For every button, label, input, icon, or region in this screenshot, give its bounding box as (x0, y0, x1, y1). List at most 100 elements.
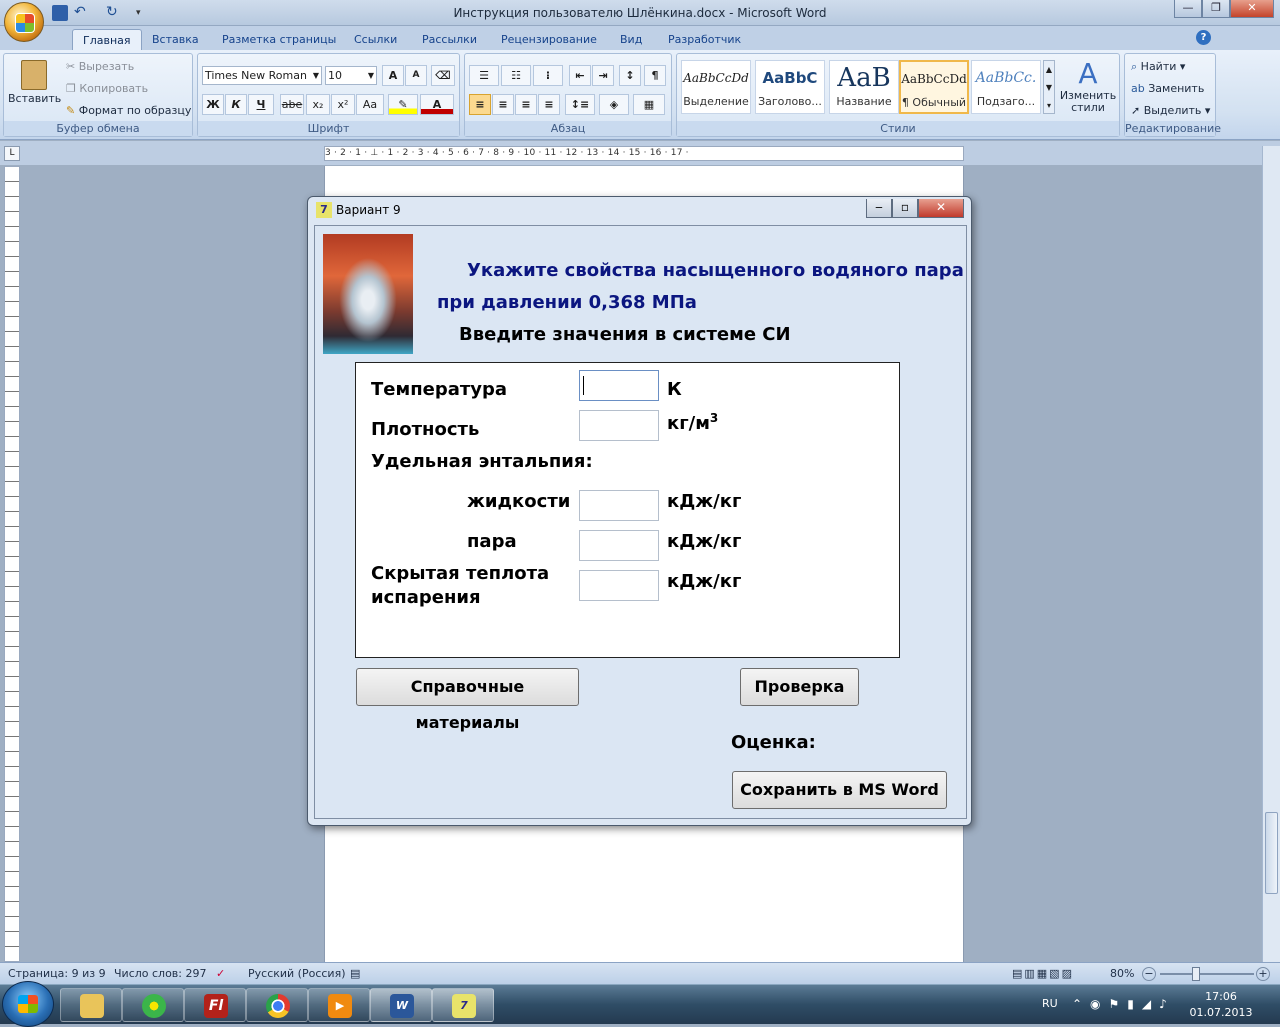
style-emphasis[interactable]: AaBbCcDd Выделение (681, 60, 751, 114)
close-button[interactable]: ✕ (1230, 0, 1274, 18)
explorer-taskbar-button[interactable] (60, 988, 122, 1022)
decrease-indent-button[interactable]: ⇤ (569, 65, 591, 86)
zoom-slider[interactable]: − + (1142, 967, 1270, 981)
word-taskbar-button[interactable]: W (370, 988, 432, 1022)
style-normal[interactable]: AaBbCcDd ¶ Обычный (899, 60, 969, 114)
check-button[interactable]: Проверка (740, 668, 859, 706)
density-input[interactable] (579, 410, 659, 441)
zoom-out-icon[interactable]: − (1142, 967, 1156, 981)
paste-button[interactable]: Вставить (8, 58, 61, 118)
line-spacing-button[interactable]: ↕≡ (565, 94, 595, 115)
style-title[interactable]: AaB Название (829, 60, 899, 114)
tab-insert[interactable]: Вставка (142, 29, 209, 50)
ruler-toggle-button[interactable]: L (4, 146, 20, 161)
tab-view[interactable]: Вид (610, 29, 652, 50)
change-case-button[interactable]: Aa (356, 94, 384, 115)
temperature-input[interactable] (579, 370, 659, 401)
minimize-button[interactable]: — (1174, 0, 1202, 18)
dialog-close-button[interactable]: ✕ (918, 199, 964, 218)
tab-review[interactable]: Рецензирование (491, 29, 607, 50)
dialog-minimize-button[interactable]: ‒ (866, 199, 892, 218)
vertical-ruler[interactable] (4, 166, 20, 962)
media-taskbar-button[interactable]: ▶ (308, 988, 370, 1022)
view-buttons[interactable]: ▤▥▦▧▨ (1012, 967, 1074, 980)
latent-heat-input[interactable] (579, 570, 659, 601)
reference-materials-button[interactable]: Справочные материалы (356, 668, 579, 732)
spellcheck-icon[interactable]: ✓ (216, 967, 225, 980)
highlight-button[interactable]: ✎ (388, 94, 418, 115)
show-marks-button[interactable]: ¶ (644, 65, 666, 86)
change-styles-button[interactable]: A Изменить стили (1059, 58, 1117, 114)
language-indicator[interactable]: Русский (Россия) (248, 967, 346, 980)
style-subtitle[interactable]: AaBbCc. Подзаго... (971, 60, 1041, 114)
shading-button[interactable]: ◈ (599, 94, 629, 115)
horizontal-ruler[interactable]: 3 · 2 · 1 · ⊥ · 1 · 2 · 3 · 4 · 5 · 6 · … (324, 146, 964, 161)
increase-indent-button[interactable]: ⇥ (592, 65, 614, 86)
taskbar: Fl ▶ W 7 RU ⌃◉⚑▮◢♪ 17:06 01.07.2013 (0, 981, 1280, 1027)
icq-taskbar-button[interactable] (122, 988, 184, 1022)
cut-button[interactable]: ✂ Вырезать (66, 60, 134, 73)
copy-button[interactable]: ❐ Копировать (66, 82, 148, 95)
font-color-button[interactable]: A (420, 94, 454, 115)
maximize-button[interactable]: ❐ (1202, 0, 1230, 18)
find-button[interactable]: ⌕ Найти ▾ (1131, 60, 1185, 74)
zoom-level[interactable]: 80% (1110, 967, 1134, 980)
tab-home[interactable]: Главная (72, 29, 142, 50)
bullets-button[interactable]: ☰ (469, 65, 499, 86)
italic-button[interactable]: К (225, 94, 247, 115)
help-icon[interactable]: ? (1196, 30, 1211, 45)
underline-button[interactable]: Ч (248, 94, 274, 115)
subscript-button[interactable]: x₂ (306, 94, 330, 115)
multilevel-button[interactable]: ⁝ (533, 65, 563, 86)
flash-taskbar-button[interactable]: Fl (184, 988, 246, 1022)
flower-icon (142, 994, 166, 1018)
tab-mailings[interactable]: Рассылки (412, 29, 487, 50)
align-center-button[interactable]: ≡ (492, 94, 514, 115)
numbering-button[interactable]: ☷ (501, 65, 531, 86)
replace-button[interactable]: ab Заменить (1131, 82, 1204, 95)
dialog-maximize-button[interactable]: ▫ (892, 199, 918, 218)
tab-page-layout[interactable]: Разметка страницы (212, 29, 346, 50)
borders-button[interactable]: ▦ (633, 94, 665, 115)
chrome-taskbar-button[interactable] (246, 988, 308, 1022)
page-count[interactable]: Страница: 9 из 9 (8, 967, 106, 980)
macro-icon[interactable]: ▤ (350, 967, 360, 980)
clipboard-group: Вставить ✂ Вырезать ❐ Копировать ✎ Форма… (3, 53, 193, 137)
clear-format-button[interactable]: ⌫ (431, 65, 455, 86)
zoom-thumb[interactable] (1192, 967, 1200, 981)
temperature-label: Температура (371, 379, 508, 400)
word-count[interactable]: Число слов: 297 (114, 967, 207, 980)
clock[interactable]: 17:06 01.07.2013 (1188, 989, 1254, 1021)
format-painter-button[interactable]: ✎ Формат по образцу (66, 104, 191, 117)
variant-app-taskbar-button[interactable]: 7 (432, 988, 494, 1022)
zoom-in-icon[interactable]: + (1256, 967, 1270, 981)
superscript-button[interactable]: x² (331, 94, 355, 115)
style-heading[interactable]: AaBbC Заголово... (755, 60, 825, 114)
vertical-scrollbar[interactable] (1262, 146, 1280, 962)
sort-button[interactable]: ↕ (619, 65, 641, 86)
scroll-thumb[interactable] (1265, 812, 1278, 894)
paste-icon (21, 60, 47, 90)
styles-scroll[interactable]: ▲ ▼ ▾ (1043, 60, 1055, 114)
tray-icons[interactable]: ⌃◉⚑▮◢♪ (1072, 997, 1175, 1011)
start-button[interactable] (2, 981, 54, 1027)
tab-developer[interactable]: Разработчик (658, 29, 751, 50)
font-name-select[interactable]: Times New Roman ▼ (202, 66, 322, 85)
chevron-down-icon: ▼ (367, 71, 374, 80)
align-left-button[interactable]: ≡ (469, 94, 491, 115)
save-to-word-button[interactable]: Сохранить в MS Word (732, 771, 947, 809)
grow-font-button[interactable]: A (382, 65, 404, 86)
steam-enthalpy-input[interactable] (579, 530, 659, 561)
bold-button[interactable]: Ж (202, 94, 224, 115)
liquid-enthalpy-input[interactable] (579, 490, 659, 521)
tab-references[interactable]: Ссылки (344, 29, 407, 50)
shrink-font-button[interactable]: A (405, 65, 427, 86)
strikethrough-button[interactable]: abe (280, 94, 304, 115)
office-button[interactable] (4, 2, 44, 42)
style-name: Подзаго... (976, 95, 1036, 108)
justify-button[interactable]: ≡ (538, 94, 560, 115)
select-button[interactable]: ➚ Выделить ▾ (1131, 104, 1210, 117)
language-indicator[interactable]: RU (1042, 997, 1058, 1010)
font-size-select[interactable]: 10 ▼ (325, 66, 377, 85)
align-right-button[interactable]: ≡ (515, 94, 537, 115)
